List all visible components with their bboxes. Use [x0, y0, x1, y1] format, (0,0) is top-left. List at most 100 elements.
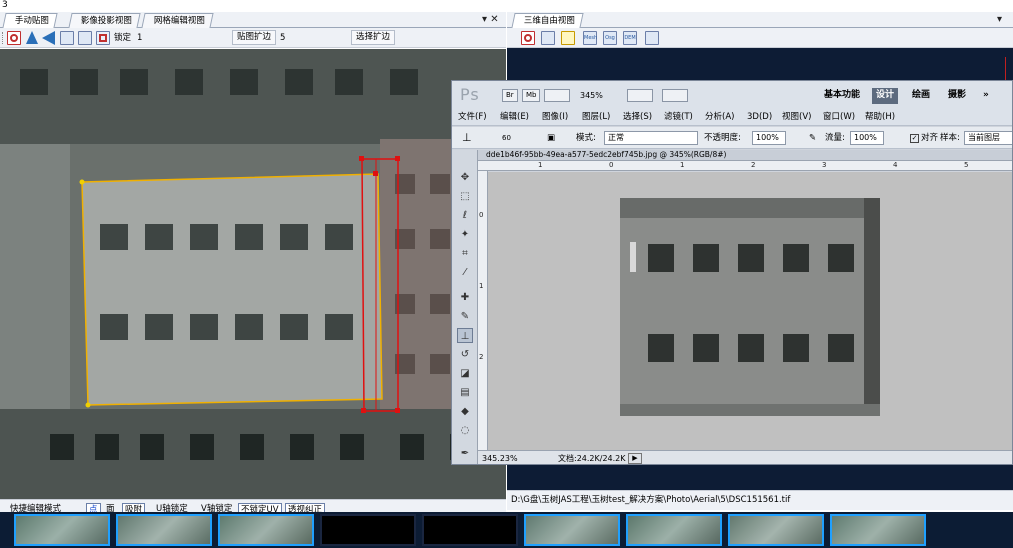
arrow-left-icon[interactable]	[42, 31, 56, 45]
lasso-tool-icon[interactable]: ℓ	[457, 208, 473, 223]
texture-expand-value[interactable]: 5	[280, 31, 285, 45]
status-menu-arrow-icon[interactable]: ▶	[628, 453, 642, 464]
dem-icon[interactable]: DEM	[623, 31, 637, 45]
flip-icon[interactable]	[26, 31, 40, 45]
arrange-docs-icon[interactable]	[627, 89, 653, 102]
right-pane-control[interactable]: ▾	[997, 14, 1002, 26]
texture-expand-button[interactable]: 贴图扩边	[232, 30, 277, 45]
vertical-ruler: 0 1 2	[478, 171, 488, 451]
thumbnail[interactable]	[626, 514, 722, 546]
ps-statusbar: 345.23% 文档:24.2K/24.2K ▶	[478, 450, 1012, 464]
lock-value[interactable]: 1	[137, 31, 142, 45]
brush-tool-icon[interactable]: ✎	[457, 309, 473, 324]
move-tool-icon[interactable]: ✥	[457, 170, 473, 185]
export-icon[interactable]	[645, 31, 659, 45]
thumbnail[interactable]	[218, 514, 314, 546]
thumbnail[interactable]	[830, 514, 926, 546]
blur-tool-icon[interactable]: ◆	[457, 404, 473, 419]
left-toolbar: 锁定 1 贴图扩边 5 选择扩边	[0, 28, 506, 48]
sample-select[interactable]: 当前图层	[964, 131, 1012, 145]
clone-stamp-tool-icon[interactable]: ⊥	[457, 328, 473, 343]
top-label: 3	[2, 0, 8, 10]
flow-label: 流量:	[825, 133, 845, 143]
tab-manual-texture[interactable]: 手动贴图	[2, 13, 58, 28]
screen-mode-icon[interactable]	[662, 89, 688, 102]
app-window: 3 手动贴图 影像投影视图 网格编辑视图 ▾ ✕ 锁定 1 贴图扩边 5 选择扩…	[0, 0, 1013, 548]
fit-icon[interactable]	[60, 31, 74, 45]
workspace-more-button[interactable]: »	[979, 88, 993, 104]
expand-icon[interactable]	[96, 31, 110, 45]
camera-icon[interactable]	[521, 31, 535, 45]
thumbnail[interactable]	[14, 514, 110, 546]
tab-mesh-edit[interactable]: 网格编辑视图	[141, 13, 214, 28]
mesh-icon[interactable]: Mesh	[583, 31, 597, 45]
gradient-tool-icon[interactable]: ▤	[457, 385, 473, 400]
eyedropper-tool-icon[interactable]: ⁄	[457, 265, 473, 280]
left-pane-controls[interactable]: ▾ ✕	[482, 14, 499, 26]
menu-image[interactable]: 图像(I)	[542, 111, 568, 124]
pressure-icon[interactable]: ✎	[809, 131, 816, 145]
thumbnail[interactable]	[320, 514, 416, 546]
thumbnail[interactable]	[728, 514, 824, 546]
document-canvas[interactable]	[488, 172, 1012, 450]
ps-toolbox: ✥ ⬚ ℓ ✦ ⌗ ⁄ ✚ ✎ ⊥ ↺ ◪ ▤ ◆ ◌ ✒	[452, 150, 478, 464]
thumbnail[interactable]	[116, 514, 212, 546]
align-checkbox[interactable]: ✓	[910, 134, 919, 143]
status-zoom[interactable]: 345.23%	[482, 453, 518, 464]
thumbnail[interactable]	[524, 514, 620, 546]
tab-image-projection[interactable]: 影像投影视图	[68, 13, 141, 28]
menu-view[interactable]: 视图(V)	[782, 111, 811, 124]
osg-icon[interactable]: Osg	[603, 31, 617, 45]
document-tab[interactable]: dde1b46f-95bb-49ea-a577-5edc2ebf745b.jpg…	[478, 150, 1012, 161]
right-toolbar: Mesh Osg DEM	[507, 28, 1013, 48]
healing-tool-icon[interactable]: ✚	[457, 290, 473, 305]
history-brush-tool-icon[interactable]: ↺	[457, 347, 473, 362]
bridge-button[interactable]: Br	[502, 89, 518, 102]
tab-3d-free-view[interactable]: 三维自由视图	[511, 13, 584, 28]
thumbnail[interactable]	[422, 514, 518, 546]
mode-select[interactable]: 正常	[604, 131, 698, 145]
stamp-tool-icon[interactable]: ⊥	[462, 131, 472, 145]
menu-3d[interactable]: 3D(D)	[747, 111, 772, 124]
workspace-essentials[interactable]: 基本功能	[820, 88, 864, 104]
menu-window[interactable]: 窗口(W)	[823, 111, 855, 124]
clone-source-icon[interactable]: ▣	[547, 131, 555, 145]
left-tab-strip: 手动贴图 影像投影视图 网格编辑视图 ▾ ✕	[0, 12, 506, 28]
dodge-tool-icon[interactable]: ◌	[457, 423, 473, 438]
marquee-tool-icon[interactable]: ⬚	[457, 189, 473, 204]
menu-filter[interactable]: 滤镜(T)	[664, 111, 693, 124]
eraser-tool-icon[interactable]: ◪	[457, 366, 473, 381]
document-title: dde1b46f-95bb-49ea-a577-5edc2ebf745b.jpg…	[486, 150, 727, 159]
menu-layer[interactable]: 图层(L)	[582, 111, 610, 124]
ps-menubar: 文件(F) 编辑(E) 图像(I) 图层(L) 选择(S) 滤镜(T) 分析(A…	[452, 109, 1012, 126]
sample-label: 样本:	[940, 133, 960, 143]
workspace-photography[interactable]: 摄影	[944, 88, 970, 104]
zoom-box-icon[interactable]	[78, 31, 92, 45]
menu-edit[interactable]: 编辑(E)	[500, 111, 529, 124]
select-icon[interactable]	[541, 31, 555, 45]
ps-logo: Ps	[460, 85, 480, 104]
select-expand-button[interactable]: 选择扩边	[351, 30, 396, 45]
view-extras-icon[interactable]	[544, 89, 570, 102]
camera-icon[interactable]	[7, 31, 21, 45]
flow-input[interactable]: 100%	[850, 131, 884, 145]
workspace-painting[interactable]: 绘画	[908, 88, 934, 104]
opacity-input[interactable]: 100%	[752, 131, 786, 145]
pen-tool-icon[interactable]: ✒	[457, 446, 473, 461]
brush-size[interactable]: 60	[502, 134, 511, 142]
crop-tool-icon[interactable]: ⌗	[457, 246, 473, 261]
mode-label: 模式:	[576, 133, 596, 143]
menu-analysis[interactable]: 分析(A)	[705, 111, 734, 124]
quick-select-tool-icon[interactable]: ✦	[457, 227, 473, 242]
menu-file[interactable]: 文件(F)	[458, 111, 487, 124]
menu-help[interactable]: 帮助(H)	[865, 111, 895, 124]
mini-bridge-button[interactable]: Mb	[522, 89, 541, 102]
workspace-design[interactable]: 设计	[872, 88, 899, 104]
zoom-level[interactable]: 345%	[580, 89, 603, 102]
building-texture-image	[0, 49, 506, 499]
sun-icon[interactable]	[561, 31, 575, 45]
ps-app-bar: Ps Br Mb 345% 基本功能 设计 绘画 摄影 »	[452, 81, 1012, 109]
opacity-label: 不透明度:	[704, 133, 741, 143]
menu-select[interactable]: 选择(S)	[623, 111, 652, 124]
texture-image-view[interactable]	[0, 49, 506, 499]
